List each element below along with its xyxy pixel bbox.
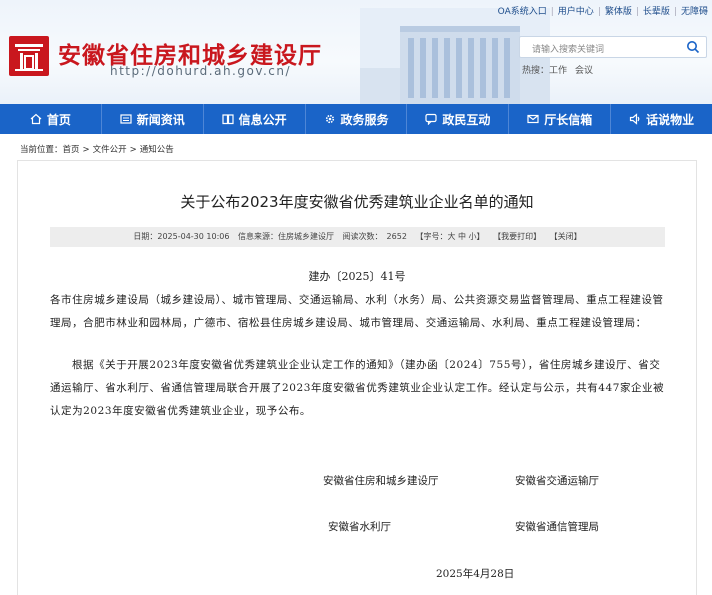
- site-logo[interactable]: [9, 36, 49, 76]
- hot-word-link[interactable]: 工作: [549, 66, 567, 76]
- hot-search-label: 热搜：: [522, 66, 550, 76]
- nav-info-disclosure[interactable]: 信息公开: [204, 104, 306, 134]
- nav-label: 信息公开: [238, 112, 287, 127]
- nav-label: 政务服务: [340, 112, 389, 127]
- date-label: 日期：: [133, 232, 158, 241]
- nav-property-talk[interactable]: 话说物业: [611, 104, 712, 134]
- article-panel: 关于公布2023年度安徽省优秀建筑业企业名单的通知 日期：2025-04-30 …: [17, 160, 697, 595]
- top-links: OA系统入口 | 用户中心 | 繁体版 | 长辈版 | 无障碍: [497, 7, 708, 17]
- search-box[interactable]: 请输入搜索关键词: [519, 36, 707, 58]
- speaker-icon: [629, 113, 640, 125]
- nav-director-mailbox[interactable]: 厅长信箱: [509, 104, 612, 134]
- emblem-icon: [15, 44, 43, 71]
- breadcrumb-notice-link[interactable]: 通知公告: [140, 145, 174, 155]
- nav-label: 厅长信箱: [544, 112, 593, 127]
- views-label: 阅读次数：: [342, 232, 383, 241]
- traditional-chinese-link[interactable]: 繁体版: [605, 7, 632, 17]
- hot-word-link[interactable]: 会议: [575, 66, 593, 76]
- home-icon: [30, 113, 42, 125]
- views-value: 2652: [386, 232, 407, 241]
- elder-mode-link[interactable]: 长辈版: [643, 7, 670, 17]
- breadcrumb-file-link[interactable]: 文件公开: [93, 145, 127, 155]
- book-icon: [222, 114, 234, 125]
- chat-icon: [425, 113, 437, 125]
- breadcrumb-home-link[interactable]: 首页: [63, 145, 80, 155]
- site-header: 安徽省住房和城乡建设厅 http://dohurd.ah.gov.cn/ OA系…: [0, 0, 712, 104]
- nav-gov-services[interactable]: 政务服务: [306, 104, 408, 134]
- mail-icon: [527, 114, 539, 124]
- accessibility-link[interactable]: 无障碍: [681, 7, 708, 17]
- view-count: 阅读次数： 2652: [343, 232, 407, 241]
- nav-news[interactable]: 新闻资讯: [102, 104, 204, 134]
- publish-date: 日期：2025-04-30 10:06: [133, 232, 229, 241]
- article-meta-bar: 日期：2025-04-30 10:06 信息来源：住房城乡建设厅 阅读次数： 26…: [50, 227, 665, 247]
- site-url: http://dohurd.ah.gov.cn/: [110, 64, 292, 78]
- user-center-link[interactable]: 用户中心: [558, 7, 594, 17]
- search-icon[interactable]: [686, 40, 700, 54]
- news-icon: [120, 114, 132, 124]
- font-size-label: 【字号：: [415, 232, 448, 241]
- close-button[interactable]: 【关闭】: [550, 232, 582, 241]
- nav-interaction[interactable]: 政民互动: [407, 104, 510, 134]
- gear-icon: [325, 114, 334, 124]
- nav-home[interactable]: 首页: [0, 104, 102, 134]
- addressee-paragraph: 各市住房城乡建设局（城乡建设局）、城市管理局、交通运输局、水利（水务）局、公共资…: [50, 294, 664, 329]
- main-nav: 首页 新闻资讯 信息公开 政务服务 政民互动 厅长信箱 话说物业: [0, 104, 712, 134]
- signed-date: 2025年4月28日: [436, 568, 515, 580]
- nav-label: 新闻资讯: [136, 112, 185, 127]
- body-paragraph: 根据《关于开展2023年度安徽省优秀建筑业企业认定工作的通知》（建办函〔2024…: [50, 359, 665, 417]
- date-value: 2025-04-30 10:06: [157, 232, 230, 241]
- nav-label: 政民互动: [442, 112, 491, 127]
- page-title: 关于公布2023年度安徽省优秀建筑业企业名单的通知: [180, 193, 534, 211]
- oa-entry-link[interactable]: OA系统入口: [498, 7, 547, 17]
- signatory: 安徽省通信管理局: [515, 521, 599, 533]
- nav-label: 话说物业: [646, 112, 695, 127]
- search-input[interactable]: 请输入搜索关键词: [532, 42, 604, 55]
- signatory: 安徽省交通运输厅: [515, 475, 599, 487]
- print-button[interactable]: 【我要打印】: [493, 232, 541, 241]
- font-size-switch[interactable]: 【字号：大 中 小】: [415, 232, 484, 241]
- signatory: 安徽省水利厅: [328, 521, 391, 533]
- font-size-options[interactable]: 大 中 小】: [447, 232, 484, 241]
- nav-label: 首页: [46, 112, 71, 127]
- breadcrumb: 当前位置：首页 > 文件公开 > 通知公告: [20, 145, 174, 155]
- source-label: 信息来源：: [238, 232, 278, 241]
- hot-search: 热搜：工作 会议: [522, 63, 601, 76]
- source-value: 住房城乡建设厅: [278, 232, 334, 241]
- breadcrumb-prefix: 当前位置：: [20, 145, 63, 155]
- signatory: 安徽省住房和城乡建设厅: [323, 475, 439, 487]
- document-number: 建办〔2025〕41号: [308, 270, 406, 283]
- info-source: 信息来源：住房城乡建设厅: [238, 232, 334, 241]
